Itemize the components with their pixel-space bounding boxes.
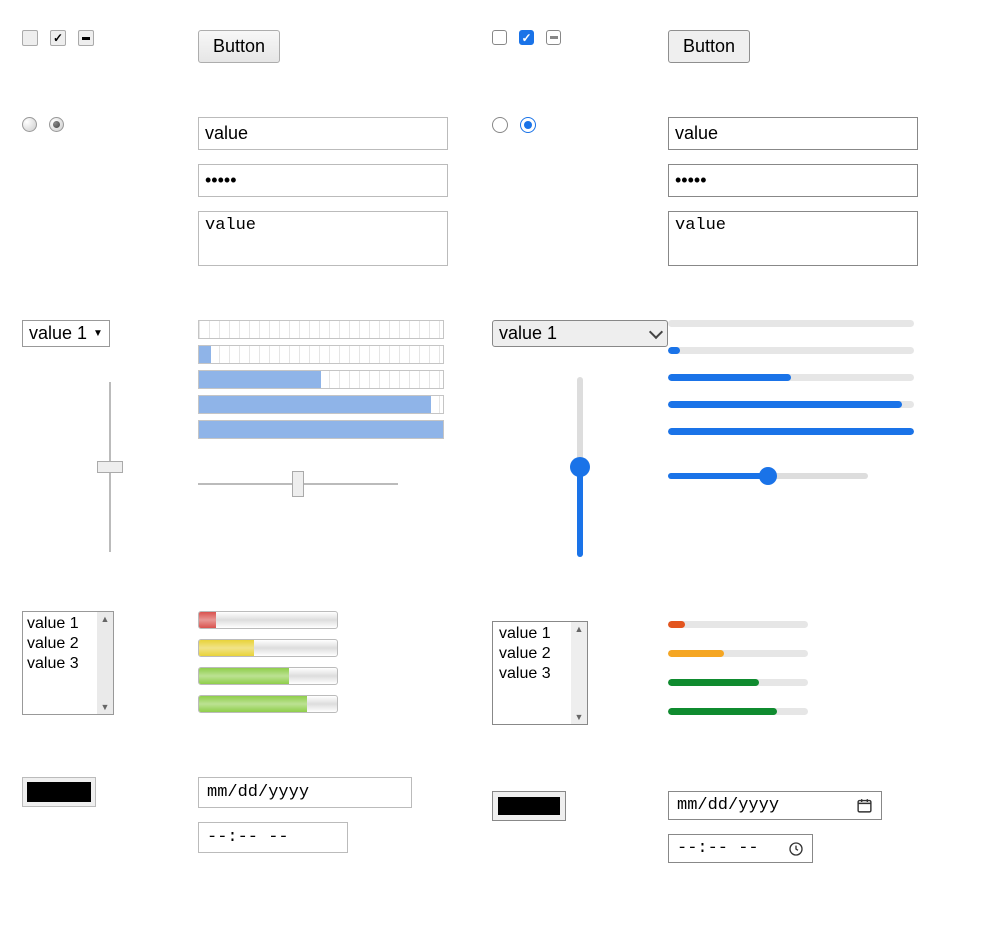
listbox[interactable]: value 1 value 2 value 3 ▲▼	[22, 611, 114, 715]
list-item[interactable]: value 1	[493, 624, 571, 644]
button[interactable]: Button	[668, 30, 750, 63]
meter	[198, 639, 338, 657]
list-item[interactable]: value 2	[23, 634, 97, 654]
slider-thumb[interactable]	[759, 467, 777, 485]
progress-bar	[668, 374, 914, 381]
vertical-slider[interactable]	[577, 377, 583, 557]
progress-group	[668, 320, 962, 435]
text-input[interactable]	[198, 117, 448, 150]
list-item[interactable]: value 1	[23, 614, 97, 634]
clock-icon[interactable]	[788, 841, 804, 857]
checkbox-unchecked[interactable]	[492, 30, 507, 45]
scrollbar[interactable]: ▲▼	[97, 612, 113, 714]
checkbox-unchecked[interactable]	[22, 30, 38, 46]
horizontal-slider[interactable]	[668, 473, 868, 479]
textarea[interactable]: value	[198, 211, 448, 266]
radio-checked[interactable]	[49, 117, 64, 132]
color-input[interactable]	[22, 777, 96, 807]
slider-thumb[interactable]	[97, 461, 123, 473]
list-item[interactable]: value 3	[23, 654, 97, 674]
meter	[198, 695, 338, 713]
progress-bar	[668, 347, 914, 354]
button[interactable]: Button	[198, 30, 280, 63]
checkbox-checked[interactable]	[519, 30, 534, 45]
meter	[668, 708, 808, 715]
time-input[interactable]: --:-- --	[198, 822, 348, 853]
meter	[198, 611, 338, 629]
time-input[interactable]: --:-- --	[668, 834, 813, 863]
listbox[interactable]: value 1 value 2 value 3 ▲▼	[492, 621, 588, 725]
slider-thumb[interactable]	[292, 471, 304, 497]
time-placeholder: --:-- --	[677, 839, 759, 858]
meter	[668, 650, 808, 657]
calendar-icon[interactable]	[856, 797, 873, 814]
text-input[interactable]	[668, 117, 918, 150]
list-item[interactable]: value 3	[493, 664, 571, 684]
progress-group	[198, 320, 444, 439]
checkbox-indeterminate[interactable]	[546, 30, 561, 45]
radio-checked[interactable]	[520, 117, 536, 133]
meter	[668, 679, 808, 686]
radio-unchecked[interactable]	[22, 117, 37, 132]
select-value: value 1	[499, 323, 557, 343]
radio-unchecked[interactable]	[492, 117, 508, 133]
date-input[interactable]: mm/dd/yyyy	[668, 791, 882, 820]
progress-bar	[198, 320, 444, 339]
meter	[668, 621, 808, 628]
checkbox-indeterminate[interactable]	[78, 30, 94, 46]
progress-bar	[198, 420, 444, 439]
password-input[interactable]: •••••	[668, 164, 918, 197]
horizontal-slider[interactable]	[198, 483, 398, 485]
slider-thumb[interactable]	[570, 457, 590, 477]
select-dropdown[interactable]: value 1 ▼	[22, 320, 110, 347]
progress-bar	[668, 401, 914, 408]
progress-bar	[198, 345, 444, 364]
scroll-up-icon[interactable]: ▲	[101, 612, 110, 626]
meter	[198, 667, 338, 685]
select-value: value 1	[29, 323, 87, 344]
scrollbar[interactable]: ▲▼	[571, 622, 587, 724]
vertical-slider[interactable]	[109, 382, 111, 552]
select-dropdown[interactable]: value 1	[492, 320, 668, 347]
scroll-down-icon[interactable]: ▼	[575, 710, 584, 724]
scroll-down-icon[interactable]: ▼	[101, 700, 110, 714]
progress-bar	[668, 428, 914, 435]
progress-bar	[198, 370, 444, 389]
date-placeholder: mm/dd/yyyy	[677, 796, 779, 815]
textarea[interactable]: value	[668, 211, 918, 266]
date-input[interactable]: mm/dd/yyyy	[198, 777, 412, 808]
progress-bar	[668, 320, 914, 327]
checkbox-checked[interactable]	[50, 30, 66, 46]
color-input[interactable]	[492, 791, 566, 821]
chevron-down-icon: ▼	[93, 328, 103, 339]
password-input[interactable]: •••••	[198, 164, 448, 197]
color-swatch	[27, 782, 91, 802]
color-swatch	[498, 797, 560, 815]
progress-bar	[198, 395, 444, 414]
list-item[interactable]: value 2	[493, 644, 571, 664]
scroll-up-icon[interactable]: ▲	[575, 622, 584, 636]
